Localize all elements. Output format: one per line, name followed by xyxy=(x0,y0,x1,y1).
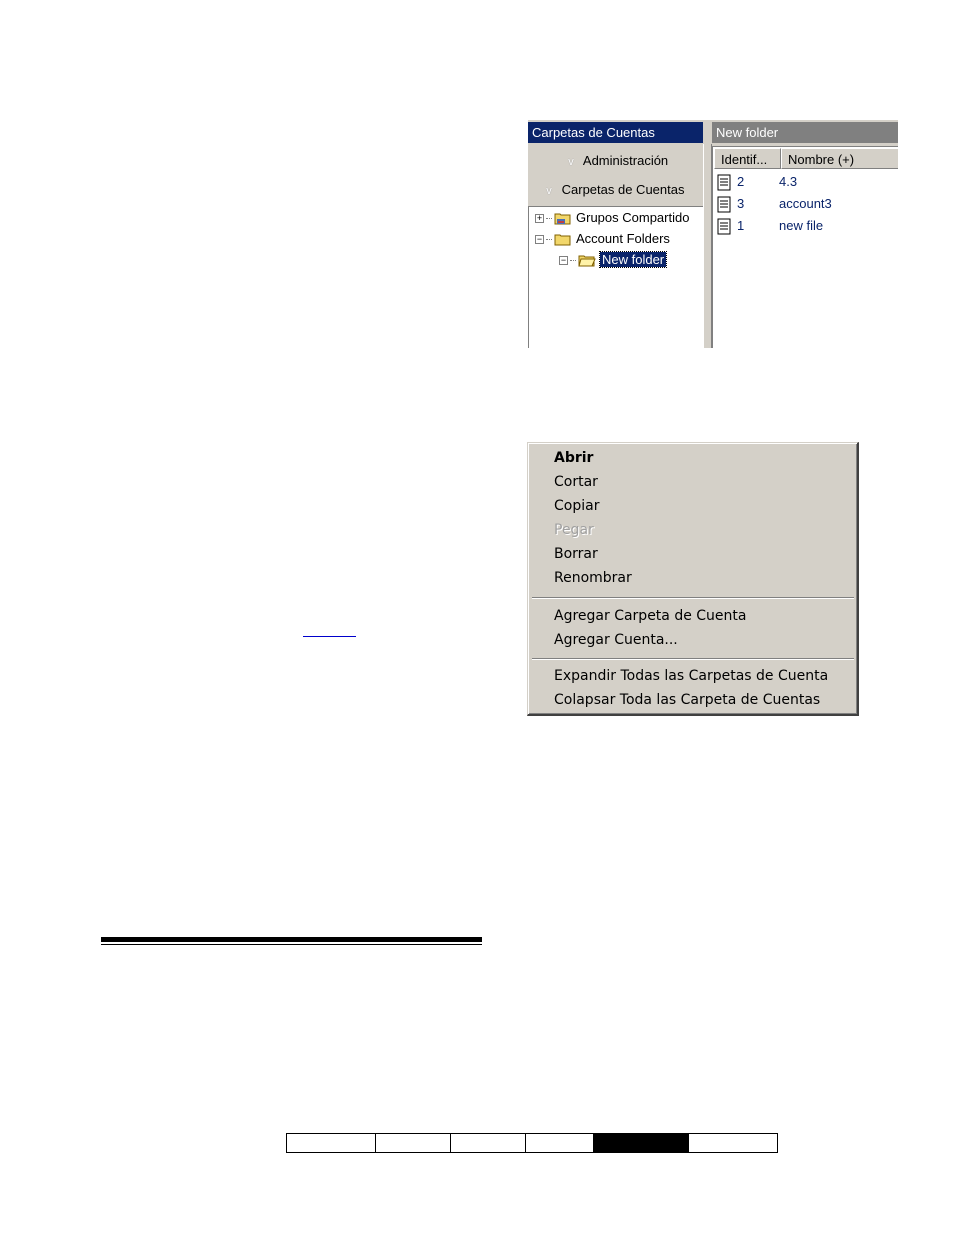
nav-box-active[interactable] xyxy=(593,1133,689,1153)
menu-separator xyxy=(532,597,854,599)
folder-icon xyxy=(554,233,572,246)
menu-separator xyxy=(532,658,854,660)
menu-item-pegar: Pegar xyxy=(554,522,594,538)
tree-item-label: Account Folders xyxy=(576,231,670,246)
section-rule-thin xyxy=(101,944,482,945)
nav-section-carpetas-de-cuentas[interactable]: v Carpetas de Cuentas xyxy=(528,177,715,203)
column-header-nombre[interactable]: Nombre (+) xyxy=(781,148,898,169)
list-item[interactable]: 2 4.3 xyxy=(717,171,797,193)
nav-box[interactable] xyxy=(525,1133,594,1153)
expand-icon[interactable]: + xyxy=(535,214,544,224)
nav-section-label: Carpetas de Cuentas xyxy=(561,182,685,197)
document-icon xyxy=(717,174,731,191)
list-item[interactable]: 1 new file xyxy=(717,215,823,237)
menu-item-borrar[interactable]: Borrar xyxy=(554,542,598,566)
chevron-down-icon: v xyxy=(568,156,574,168)
context-menu: Abrir Cortar Copiar Pegar Borrar Renombr… xyxy=(527,442,859,716)
page-navigation-boxes xyxy=(286,1133,778,1153)
shared-folder-icon xyxy=(554,212,572,225)
item-name: account3 xyxy=(779,196,832,211)
nav-box[interactable] xyxy=(450,1133,526,1153)
item-name: new file xyxy=(779,218,824,233)
account-folders-window: Carpetas de Cuentas New folder v Adminis… xyxy=(528,120,898,348)
nav-box[interactable] xyxy=(286,1133,376,1153)
tree-item-label: Grupos Compartido xyxy=(576,210,690,225)
item-name: 4.3 xyxy=(779,174,798,189)
nav-box[interactable] xyxy=(688,1133,778,1153)
folder-tree[interactable]: + Grupos Compartido − Account Folders − … xyxy=(528,206,703,348)
item-id: 1 xyxy=(737,218,745,233)
menu-item-cortar[interactable]: Cortar xyxy=(554,470,598,494)
tree-item-grupos-compartidos[interactable]: + Grupos Compartido xyxy=(535,208,689,228)
column-header-identificador[interactable]: Identif... xyxy=(714,148,781,169)
file-list[interactable]: Identif... Nombre (+) 2 4.3 3 account3 1 ne… xyxy=(712,146,898,348)
tree-item-new-folder[interactable]: − New folder xyxy=(559,250,668,270)
menu-item-expandir-todas[interactable]: Expandir Todas las Carpetas de Cuenta xyxy=(554,664,828,688)
tree-connector xyxy=(546,239,552,241)
document-icon xyxy=(717,196,731,213)
menu-item-renombrar[interactable]: Renombrar xyxy=(554,566,632,590)
hyperlink-underline[interactable] xyxy=(303,636,356,637)
tree-connector xyxy=(546,218,552,220)
menu-item-copiar[interactable]: Copiar xyxy=(554,494,599,518)
document-icon xyxy=(717,218,731,235)
nav-box[interactable] xyxy=(375,1133,451,1153)
section-rule-thick xyxy=(101,937,482,942)
nav-section-label: Administración xyxy=(582,153,669,168)
tree-item-account-folders[interactable]: − Account Folders xyxy=(535,229,670,249)
pane-splitter[interactable] xyxy=(703,144,712,348)
menu-item-abrir[interactable]: Abrir xyxy=(554,446,593,470)
collapse-icon[interactable]: − xyxy=(535,235,544,245)
right-pane-title: New folder xyxy=(712,122,898,143)
left-pane-title: Carpetas de Cuentas xyxy=(528,122,703,143)
open-folder-icon xyxy=(578,254,596,267)
chevron-down-icon: v xyxy=(546,185,552,197)
tree-connector xyxy=(570,260,576,262)
menu-item-colapsar-todas[interactable]: Colapsar Toda las Carpeta de Cuentas xyxy=(554,688,820,712)
collapse-icon[interactable]: − xyxy=(559,256,568,266)
menu-item-agregar-carpeta[interactable]: Agregar Carpeta de Cuenta xyxy=(554,604,746,628)
item-id: 3 xyxy=(737,196,745,211)
menu-item-agregar-cuenta[interactable]: Agregar Cuenta... xyxy=(554,628,678,652)
item-id: 2 xyxy=(737,174,745,189)
list-item[interactable]: 3 account3 xyxy=(717,193,832,215)
tree-item-label: New folder xyxy=(598,251,668,268)
